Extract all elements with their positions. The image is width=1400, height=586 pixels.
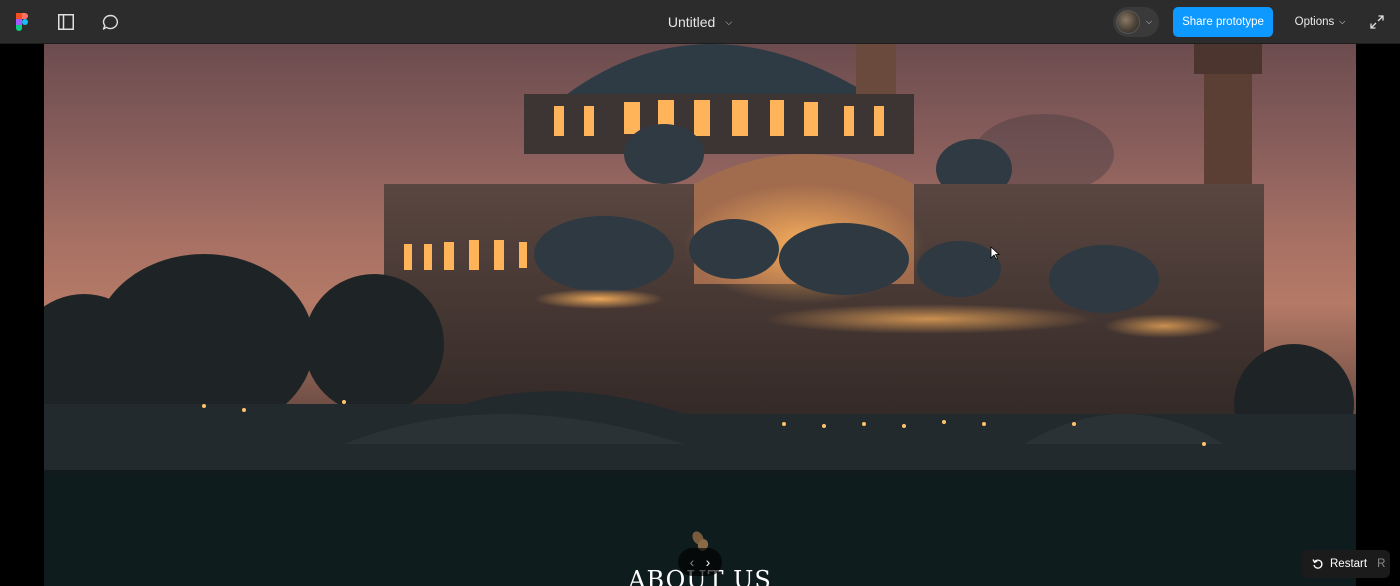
next-frame-icon[interactable]: ›	[700, 554, 716, 570]
avatar	[1116, 10, 1140, 34]
options-label: Options	[1294, 16, 1335, 28]
frame-navigation: ‹ ›	[678, 548, 722, 576]
restart-icon	[1312, 559, 1323, 569]
mosque-illustration	[44, 44, 1356, 476]
chevron-down-icon: ⌵	[1339, 17, 1346, 26]
chevron-down-icon: ⌵	[1146, 17, 1153, 26]
restart-label: Restart	[1330, 558, 1368, 570]
figma-logo-icon[interactable]	[10, 0, 34, 44]
file-title: Untitled	[667, 14, 716, 30]
about-section: ABOUT US ‹ ›	[44, 476, 1356, 586]
prototype-frame: ABOUT US ‹ ›	[44, 44, 1356, 586]
restart-button[interactable]: Restart R	[1302, 550, 1390, 578]
options-menu[interactable]: Options ⌵	[1285, 7, 1355, 37]
user-avatar-menu[interactable]: ⌵	[1113, 7, 1159, 37]
hero-image	[44, 44, 1356, 476]
mouse-cursor-icon	[990, 246, 1001, 265]
previous-frame-icon[interactable]: ‹	[684, 554, 700, 570]
chevron-down-icon: ⌵	[725, 16, 733, 27]
comment-icon[interactable]	[98, 0, 122, 44]
share-prototype-button[interactable]: Share prototype	[1173, 7, 1273, 37]
fullscreen-icon[interactable]	[1362, 7, 1392, 37]
sidebar-toggle-icon[interactable]	[54, 0, 78, 44]
restart-shortcut: R	[1377, 558, 1386, 570]
prototype-toolbar: Untitled ⌵ ⌵ Share prototype Options ⌵	[0, 0, 1400, 44]
file-title-dropdown[interactable]: Untitled ⌵	[668, 14, 732, 30]
